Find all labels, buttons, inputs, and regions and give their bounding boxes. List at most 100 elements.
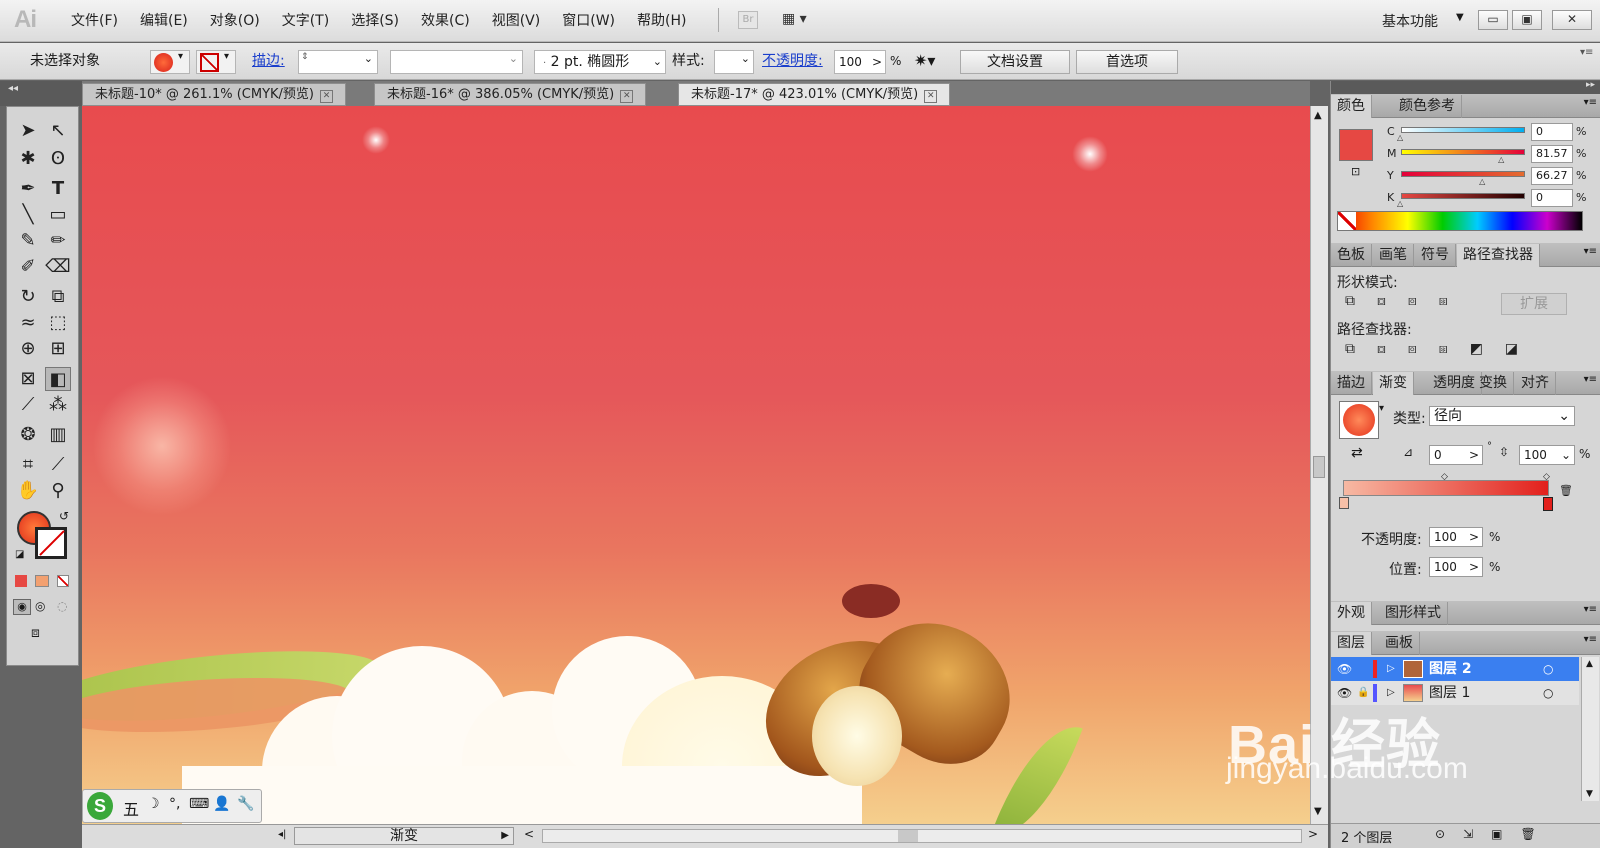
panel-menu-icon[interactable]: ▾≡	[1584, 604, 1597, 615]
none-mode-icon[interactable]	[57, 575, 69, 587]
chevron-down-icon[interactable]: ▼	[1314, 806, 1322, 817]
layer-row-selected[interactable]: 👁 ▷ 图层 2 ○	[1331, 657, 1579, 681]
sogou-ime-icon[interactable]: S	[87, 792, 113, 820]
channel-value-input[interactable]: 66.27	[1531, 167, 1573, 185]
panel-menu-icon[interactable]: ▾≡	[1584, 246, 1597, 257]
pathfinder-buttons[interactable]: ⧉⧈⧇⧆◩◪	[1345, 341, 1540, 357]
chevron-right-icon[interactable]: >	[1308, 827, 1318, 841]
type-tool-icon[interactable]: T	[45, 177, 71, 201]
channel-slider[interactable]	[1401, 127, 1525, 133]
arrange-documents-button[interactable]: ▦ ▾	[782, 11, 818, 29]
eyedropper-tool-icon[interactable]: ⟋	[15, 393, 41, 417]
minimize-button[interactable]: ▭	[1478, 10, 1508, 30]
document-tab[interactable]: 未标题-10* @ 261.1% (CMYK/预览) ✕	[82, 83, 346, 106]
panel-menu-icon[interactable]: ▾≡	[1584, 374, 1597, 385]
opacity-input[interactable]: 100 >	[834, 50, 886, 74]
menu-edit[interactable]: 编辑(E)	[129, 12, 199, 32]
chevron-down-icon[interactable]: ▼	[1586, 789, 1593, 799]
direct-selection-tool-icon[interactable]: ↖	[45, 119, 71, 143]
expand-arrow-icon[interactable]: ▷	[1387, 657, 1395, 681]
slider-thumb-icon[interactable]: △	[1498, 155, 1504, 164]
ime-mode[interactable]: 五	[123, 796, 139, 820]
pen-tool-icon[interactable]: ✒	[15, 177, 41, 201]
menu-view[interactable]: 视图(V)	[481, 12, 552, 32]
scroll-thumb[interactable]	[1313, 456, 1325, 478]
rectangle-tool-icon[interactable]: ▭	[45, 203, 71, 227]
maximize-button[interactable]: ▣	[1512, 10, 1542, 30]
gradient-stop-right[interactable]	[1543, 497, 1553, 511]
menu-help[interactable]: 帮助(H)	[626, 12, 697, 32]
blob-brush-tool-icon[interactable]: ✐	[15, 255, 41, 279]
angle-input[interactable]: 0 >	[1429, 445, 1483, 465]
stroke-swatch-dropdown[interactable]: ▾	[196, 50, 236, 74]
tab-stroke[interactable]: 描边	[1331, 372, 1372, 395]
slider-thumb-icon[interactable]: △	[1397, 199, 1403, 208]
screen-mode-icon[interactable]: ⧈	[31, 625, 40, 641]
horizontal-scrollbar[interactable]	[542, 829, 1302, 843]
close-button[interactable]: ✕	[1552, 10, 1592, 30]
keyboard-icon[interactable]: ⌨	[189, 796, 209, 812]
channel-slider[interactable]	[1401, 193, 1525, 199]
symbol-sprayer-tool-icon[interactable]: ❂	[15, 423, 41, 447]
magic-wand-tool-icon[interactable]: ✱	[15, 147, 41, 171]
swap-colors-icon[interactable]: ↺	[59, 509, 69, 523]
chevron-down-icon[interactable]: ▾	[1379, 403, 1384, 414]
chevron-left-icon[interactable]: <	[524, 827, 534, 841]
none-swatch-icon[interactable]	[1338, 212, 1356, 230]
tab-color-guide[interactable]: 颜色参考	[1393, 95, 1462, 118]
shape-mode-buttons[interactable]: ⧉⧈⧇⧆	[1345, 293, 1470, 309]
tab-layers[interactable]: 图层	[1331, 632, 1372, 655]
target-circle-icon[interactable]: ○	[1543, 657, 1553, 681]
scale-tool-icon[interactable]: ⧉	[45, 285, 71, 309]
gradient-stop-left[interactable]	[1339, 497, 1349, 509]
selection-tool-icon[interactable]: ➤	[15, 119, 41, 143]
bridge-button[interactable]: Br	[738, 11, 758, 29]
punctuation-icon[interactable]: °,	[169, 796, 180, 812]
aspect-ratio-input[interactable]: 100 ⌄	[1519, 445, 1575, 465]
menu-type[interactable]: 文字(T)	[271, 12, 340, 32]
lasso-tool-icon[interactable]: ʘ	[45, 147, 71, 171]
variable-width-dropdown[interactable]: ⌄	[390, 50, 523, 74]
tab-artboards[interactable]: 画板	[1379, 632, 1420, 655]
channel-value-input[interactable]: 0	[1531, 123, 1573, 141]
tab-gradient[interactable]: 渐变	[1373, 372, 1414, 395]
opacity-label-link[interactable]: 不透明度:	[762, 50, 823, 74]
panel-menu-icon[interactable]: ▾≡	[1580, 47, 1593, 58]
color-mode-icon[interactable]	[15, 575, 27, 587]
layers-scrollbar[interactable]: ▲ ▼	[1581, 657, 1599, 801]
recolor-icon[interactable]: ✷▾	[914, 50, 935, 74]
artboard-canvas[interactable]	[82, 106, 1310, 824]
tab-align[interactable]: 对齐	[1515, 372, 1556, 395]
pencil-tool-icon[interactable]: ✏	[45, 229, 71, 253]
scroll-thumb[interactable]	[898, 830, 918, 842]
slider-thumb-icon[interactable]: △	[1479, 177, 1485, 186]
moon-icon[interactable]: ☽	[147, 796, 160, 812]
tab-graphic-styles[interactable]: 图形样式	[1379, 602, 1448, 625]
panel-menu-icon[interactable]: ▾≡	[1584, 97, 1597, 108]
collapse-icon[interactable]: ◂◂	[8, 83, 18, 94]
shape-builder-tool-icon[interactable]: ⊕	[15, 337, 41, 361]
document-setup-button[interactable]: 文档设置	[960, 50, 1070, 74]
draw-normal-icon[interactable]: ◉	[13, 599, 31, 615]
reverse-gradient-icon[interactable]: ⇄	[1351, 445, 1363, 461]
chevron-up-icon[interactable]: ▲	[1586, 659, 1593, 669]
menu-window[interactable]: 窗口(W)	[551, 12, 626, 32]
layer-name[interactable]: 图层 2	[1429, 657, 1472, 681]
gradient-preview[interactable]	[1339, 401, 1379, 439]
layer-action-icons[interactable]: ⊙⇲▣🗑	[1435, 827, 1554, 841]
stroke-weight-input[interactable]: ⇕ ⌄	[298, 50, 378, 74]
chevron-right-icon[interactable]: >	[1469, 558, 1479, 576]
expand-button[interactable]: 扩展	[1501, 293, 1567, 315]
stop-location-input[interactable]: 100 >	[1429, 557, 1483, 577]
chevron-up-icon[interactable]: ▲	[1314, 110, 1322, 121]
free-transform-tool-icon[interactable]: ⬚	[45, 311, 71, 335]
brush-definition-dropdown[interactable]: · 2 pt. 椭圆形 ⌄	[534, 50, 666, 74]
default-colors-icon[interactable]: ◪	[15, 549, 24, 560]
chevron-left-icon[interactable]: ◂|	[278, 829, 286, 840]
menu-object[interactable]: 对象(O)	[199, 12, 271, 32]
blend-tool-icon[interactable]: ⁂	[45, 393, 71, 417]
warp-tool-icon[interactable]: ≈	[15, 311, 41, 335]
stroke-color-icon[interactable]	[35, 527, 67, 559]
color-spectrum[interactable]	[1337, 211, 1583, 231]
column-graph-tool-icon[interactable]: ▥	[45, 423, 71, 447]
